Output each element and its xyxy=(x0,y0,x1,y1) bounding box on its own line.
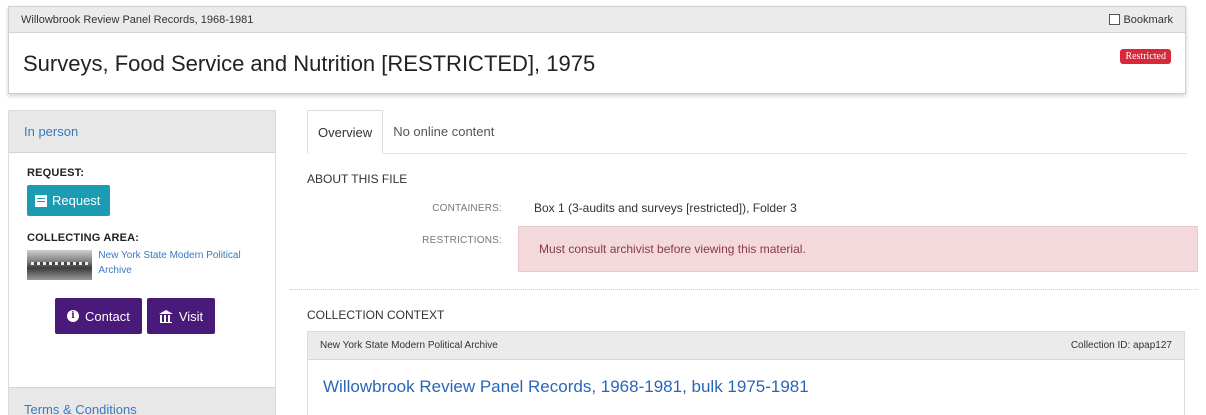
section-divider xyxy=(290,289,1198,290)
breadcrumb: Willowbrook Review Panel Records, 1968-1… xyxy=(9,7,1185,33)
request-button-label: Request xyxy=(52,193,101,208)
restrictions-alert: Must consult archivist before viewing th… xyxy=(518,226,1198,272)
visit-button[interactable]: Visit xyxy=(146,298,216,334)
containers-value: Box 1 (3-audits and surveys [restricted]… xyxy=(534,201,797,215)
restrictions-value: Must consult archivist before viewing th… xyxy=(539,242,806,256)
request-label: REQUEST: xyxy=(27,167,85,179)
restricted-badge: Restricted xyxy=(1120,48,1171,64)
request-button[interactable]: Request xyxy=(27,185,111,216)
record-header: Willowbrook Review Panel Records, 1968-1… xyxy=(8,6,1186,94)
collection-context-heading: COLLECTION CONTEXT xyxy=(307,308,445,322)
about-heading: ABOUT THIS FILE xyxy=(307,172,408,186)
content-tabs: Overview No online content xyxy=(307,110,1187,154)
collection-title-link[interactable]: Willowbrook Review Panel Records, 1968-1… xyxy=(308,360,1184,397)
terms-conditions-tab[interactable]: Terms & Conditions xyxy=(9,387,275,415)
contact-button[interactable]: i Contact xyxy=(55,298,142,334)
breadcrumb-collection-link[interactable]: Willowbrook Review Panel Records, 1968-1… xyxy=(21,14,253,26)
contact-button-label: Contact xyxy=(85,308,130,324)
info-circle-icon: i xyxy=(67,310,79,322)
collecting-area-label: COLLECTING AREA: xyxy=(27,232,140,244)
access-sidebar: In person REQUEST: Request COLLECTING AR… xyxy=(8,110,276,415)
sidebar-tab-in-person[interactable]: In person xyxy=(9,111,275,153)
collection-context-card: New York State Modern Political Archive … xyxy=(307,331,1185,415)
institution-icon xyxy=(158,310,173,323)
context-collection-id: Collection ID: apap127 xyxy=(1070,340,1172,351)
bookmark-label: Bookmark xyxy=(1123,13,1173,26)
tab-overview[interactable]: Overview xyxy=(307,110,384,154)
collecting-area-link[interactable]: New York State Modern Political Archive xyxy=(98,248,257,278)
context-repository: New York State Modern Political Archive xyxy=(320,340,498,351)
restrictions-label: RESTRICTIONS: xyxy=(422,235,502,246)
bookmark-toggle[interactable]: Bookmark xyxy=(1109,14,1173,26)
page-title: Surveys, Food Service and Nutrition [RES… xyxy=(23,51,596,76)
visit-button-label: Visit xyxy=(178,308,204,324)
collecting-area-thumbnail[interactable] xyxy=(27,250,93,280)
tab-no-online-content[interactable]: No online content xyxy=(383,110,504,153)
containers-label: CONTAINERS: xyxy=(432,203,502,214)
bookmark-checkbox[interactable] xyxy=(1109,14,1121,25)
document-icon xyxy=(35,194,47,207)
